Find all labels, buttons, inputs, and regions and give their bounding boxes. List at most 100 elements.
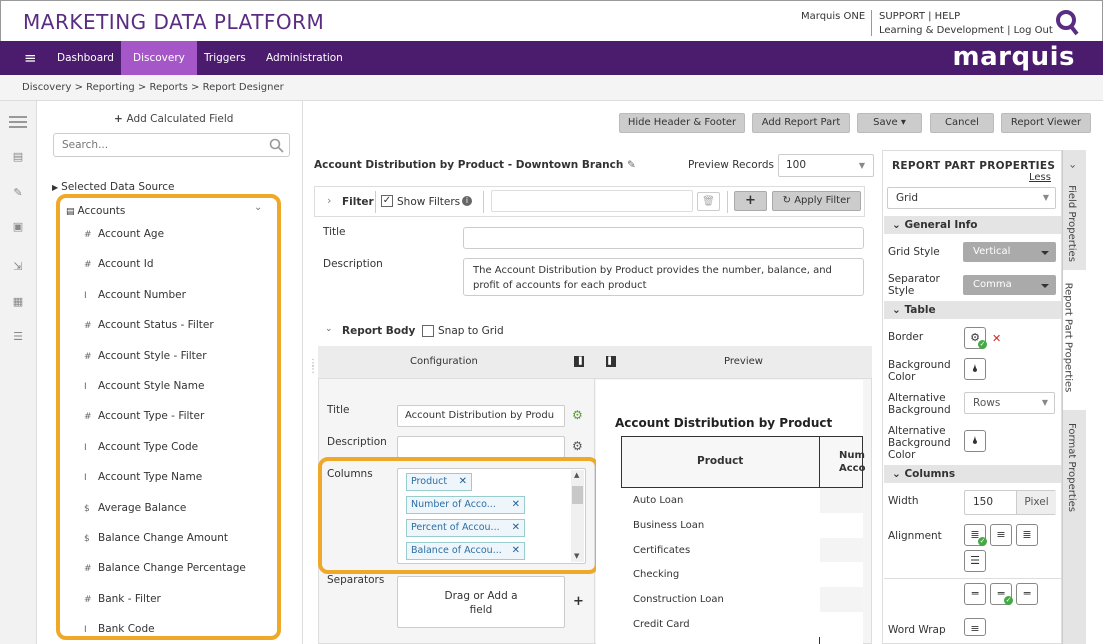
- cancel-button[interactable]: Cancel: [930, 113, 994, 133]
- chevron-down-icon: ⌄: [892, 304, 905, 316]
- config-description-input[interactable]: [397, 436, 565, 458]
- gear-icon[interactable]: ⚙: [572, 408, 583, 422]
- check-badge-icon: ✓: [978, 537, 987, 546]
- info-icon[interactable]: i: [462, 196, 472, 206]
- table-icon[interactable]: ▦: [11, 296, 25, 308]
- hamburger-menu-icon[interactable]: ≡: [24, 41, 37, 75]
- width-value: 150: [973, 496, 994, 508]
- part-type-select[interactable]: Grid ▼: [887, 187, 1056, 209]
- report-description-input[interactable]: The Account Distribution by Product prov…: [463, 258, 864, 296]
- pencil-icon[interactable]: ✎: [627, 159, 636, 171]
- save-button[interactable]: Save ▾: [857, 113, 922, 133]
- alt-background-select[interactable]: Rows ▼: [964, 392, 1055, 414]
- snap-to-grid-label: Snap to Grid: [438, 325, 504, 337]
- field-search-box[interactable]: [53, 133, 290, 157]
- add-filter-button[interactable]: +: [734, 191, 767, 211]
- table-section-label: Table: [904, 304, 936, 316]
- apply-filter-label: Apply Filter: [794, 195, 851, 206]
- list-filter-icon[interactable]: ☰: [11, 331, 25, 343]
- width-input[interactable]: 150 Pixel: [964, 490, 1056, 515]
- nav-dashboard[interactable]: Dashboard: [57, 41, 114, 75]
- report-body-label: Report Body: [342, 325, 416, 337]
- show-filters-checkbox[interactable]: ✓: [381, 195, 393, 207]
- nav-administration[interactable]: Administration: [266, 41, 343, 75]
- tab-format-properties[interactable]: Format Properties: [1062, 410, 1086, 644]
- highlight-columns: [318, 457, 599, 574]
- valign-bottom-icon[interactable]: ═: [1016, 583, 1038, 605]
- columns-section[interactable]: ⌄ Columns: [884, 465, 1061, 483]
- add-calculated-field-link[interactable]: + Add Calculated Field: [114, 113, 233, 125]
- remove-border-icon[interactable]: ✕: [992, 332, 1001, 345]
- add-separator-icon[interactable]: +: [573, 594, 584, 609]
- valign-top-icon[interactable]: ═: [964, 583, 986, 605]
- preview-table-row: Auto Loan: [622, 488, 863, 513]
- user-name[interactable]: Marquis ONE: [801, 10, 865, 24]
- selected-data-source: ▶ Selected Data Source: [52, 181, 174, 193]
- preview-records-select[interactable]: 100 ▼: [778, 154, 874, 177]
- report-icon[interactable]: ▣: [11, 221, 25, 233]
- list-icon[interactable]: ▤: [11, 151, 25, 163]
- report-title-text: Account Distribution by Product - Downto…: [314, 159, 624, 171]
- add-calculated-field-label: Add Calculated Field: [126, 113, 234, 125]
- add-report-part-button[interactable]: Add Report Part: [752, 113, 850, 133]
- snap-to-grid-checkbox[interactable]: [422, 325, 434, 337]
- preview-row-label: Checking: [633, 569, 680, 581]
- report-title-input[interactable]: [463, 227, 864, 249]
- alt-background-color-picker-icon[interactable]: 🌢: [964, 430, 986, 452]
- tab-field-properties-label: Field Properties: [1065, 185, 1077, 262]
- preview-tab[interactable]: Preview: [724, 356, 763, 367]
- preview-col-product: Product: [697, 455, 744, 467]
- word-wrap-icon[interactable]: ≡: [964, 618, 986, 636]
- align-right-icon[interactable]: ≣: [1016, 524, 1038, 546]
- report-viewer-button[interactable]: Report Viewer: [1001, 113, 1091, 133]
- less-link[interactable]: Less: [1029, 172, 1051, 183]
- collapse-right-icon[interactable]: ▌: [606, 356, 616, 367]
- drag-handle-icon[interactable]: ⋮ ⋮: [308, 359, 318, 375]
- gear-icon[interactable]: ⚙: [572, 439, 583, 453]
- separators-drop-zone[interactable]: Drag or Add a field: [397, 576, 565, 628]
- separator-style-label: Separator Style: [888, 273, 940, 297]
- chevron-right-icon[interactable]: ›: [327, 194, 331, 207]
- apply-filter-button[interactable]: ↻ Apply Filter: [772, 191, 861, 211]
- filter-input[interactable]: [491, 190, 693, 212]
- search-logo-icon[interactable]: [1054, 9, 1080, 37]
- edit-icon[interactable]: ✎: [11, 187, 25, 199]
- trash-icon[interactable]: 🗑: [697, 192, 720, 211]
- align-justify-icon[interactable]: ☰: [964, 550, 986, 572]
- word-wrap-label: Word Wrap: [888, 624, 946, 636]
- config-title-input[interactable]: Account Distribution by Produ: [397, 405, 565, 427]
- header-divider: [871, 10, 872, 36]
- separator-style-dropdown[interactable]: Comma: [963, 275, 1056, 295]
- nav-discovery[interactable]: Discovery: [121, 41, 197, 75]
- table-section[interactable]: ⌄ Table: [884, 301, 1061, 319]
- background-color-picker-icon[interactable]: 🌢: [964, 358, 986, 380]
- preview-row-cell: [820, 562, 863, 588]
- check-badge-icon: ✓: [1004, 596, 1013, 605]
- tab-report-part-properties[interactable]: Report Part Properties: [1062, 270, 1086, 410]
- alt-background-label: Alternative Background: [888, 392, 951, 416]
- background-color-label: Background Color: [888, 359, 951, 383]
- preview-row-label: Credit Card: [633, 619, 690, 630]
- config-preview-header: [318, 346, 872, 379]
- part-type-value: Grid: [896, 192, 919, 204]
- field-search-input[interactable]: [62, 135, 262, 155]
- nav-triggers[interactable]: Triggers: [204, 41, 246, 75]
- marquis-logo: marquis: [952, 42, 1075, 72]
- preview-col-number: Num Acco: [839, 450, 865, 474]
- support-help-link[interactable]: SUPPORT | HELP: [879, 10, 1053, 24]
- configuration-tab[interactable]: Configuration: [410, 356, 478, 367]
- tab-format-properties-label: Format Properties: [1065, 423, 1077, 512]
- width-unit[interactable]: Pixel: [1016, 491, 1056, 514]
- grid-style-dropdown[interactable]: Vertical: [963, 242, 1056, 262]
- collapse-left-icon[interactable]: ▐: [574, 356, 584, 367]
- preview-row-label: Auto Loan: [633, 495, 684, 506]
- learning-logout-link[interactable]: Learning & Development | Log Out: [879, 24, 1053, 38]
- tab-field-properties[interactable]: › Field Properties: [1062, 150, 1086, 270]
- breadcrumb[interactable]: Discovery > Reporting > Reports > Report…: [0, 75, 1103, 101]
- align-center-icon[interactable]: ≡: [990, 524, 1012, 546]
- general-info-section[interactable]: ⌄ General Info: [884, 216, 1061, 234]
- collapse-menu-icon[interactable]: [9, 116, 27, 118]
- chevron-down-icon[interactable]: ⌄: [325, 324, 333, 334]
- hide-header-footer-button[interactable]: Hide Header & Footer: [619, 113, 745, 133]
- export-icon[interactable]: ⇲: [11, 261, 25, 273]
